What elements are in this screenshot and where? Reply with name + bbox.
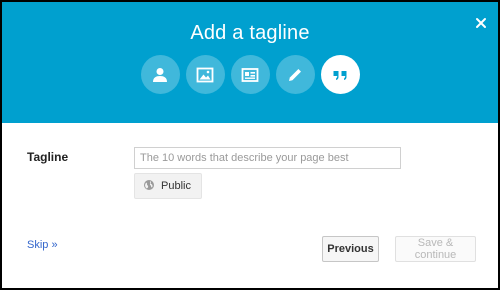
quote-icon xyxy=(331,66,349,84)
add-tagline-dialog: Add a tagline Tagline The 10 words that … xyxy=(0,0,500,290)
profile-photo-icon xyxy=(151,66,169,84)
previous-button[interactable]: Previous xyxy=(322,236,379,262)
visibility-label: Public xyxy=(161,180,191,192)
step-cover-photo[interactable] xyxy=(185,55,225,94)
dialog-title: Add a tagline xyxy=(190,22,310,44)
step-profile-photo[interactable] xyxy=(140,55,180,94)
dialog-header: Add a tagline xyxy=(2,2,498,123)
skip-link[interactable]: Skip » xyxy=(27,239,58,251)
dialog-content: Tagline Public Skip » Previous Save & co… xyxy=(2,123,498,286)
cover-photo-icon xyxy=(196,66,214,84)
about-card-icon xyxy=(241,66,259,84)
step-tagline[interactable] xyxy=(320,55,360,94)
tagline-input[interactable] xyxy=(134,147,401,169)
visibility-button[interactable]: Public xyxy=(134,173,202,199)
step-indicator xyxy=(2,55,498,94)
globe-icon xyxy=(143,179,155,194)
step-about[interactable] xyxy=(230,55,270,94)
save-continue-button[interactable]: Save & continue xyxy=(395,236,476,262)
step-edit[interactable] xyxy=(275,55,315,94)
tagline-label: Tagline xyxy=(27,150,69,164)
close-icon[interactable] xyxy=(474,16,488,30)
pencil-icon xyxy=(286,66,304,84)
